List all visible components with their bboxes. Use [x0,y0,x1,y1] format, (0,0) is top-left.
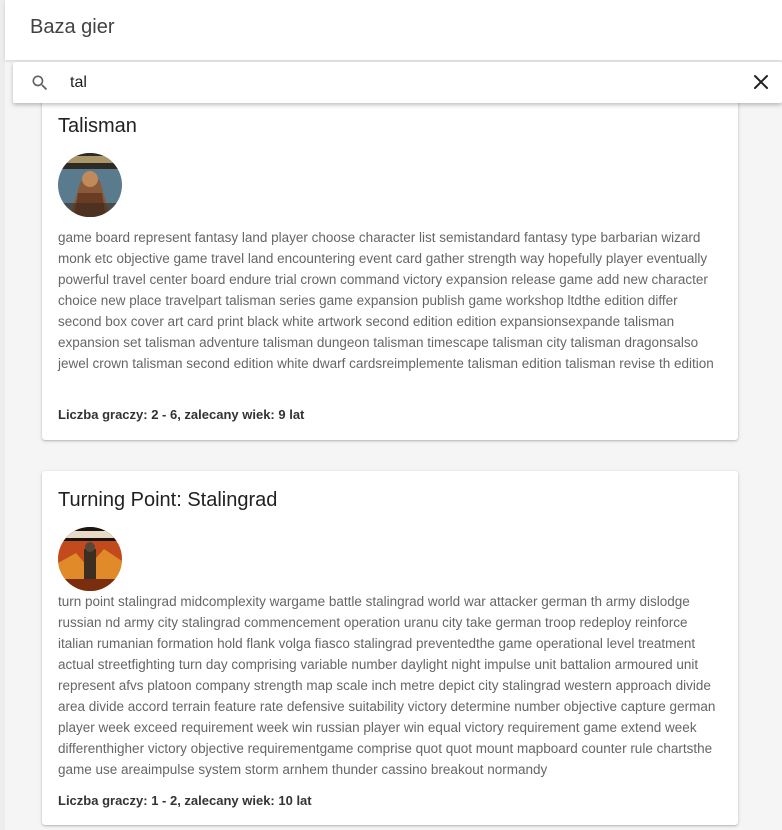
game-meta: Liczba graczy: 2 - 6, zalecany wiek: 9 l… [58,407,305,422]
game-thumbnail-image [58,527,122,591]
game-thumbnail [58,527,122,591]
game-description: turn point stalingrad midcomplexity warg… [58,594,716,777]
game-thumbnail-image [58,153,122,217]
game-meta: Liczba graczy: 1 - 2, zalecany wiek: 10 … [58,793,312,808]
game-description: game board represent fantasy land player… [58,230,714,371]
game-card[interactable]: Turning Point: Stalingrad turn point sta… [42,471,738,825]
close-icon[interactable] [753,74,769,90]
app-bar: Baza gier [5,0,782,60]
game-card[interactable]: Talisman game board represent fantasy la… [42,103,738,440]
results-list: Talisman game board represent fantasy la… [5,103,782,830]
search-input[interactable] [68,69,732,97]
search-bar [13,62,782,103]
search-icon [32,75,48,91]
game-thumbnail [58,153,122,217]
game-title: Turning Point: Stalingrad [58,489,278,511]
app-title: Baza gier [30,16,115,38]
game-title: Talisman [58,115,137,137]
